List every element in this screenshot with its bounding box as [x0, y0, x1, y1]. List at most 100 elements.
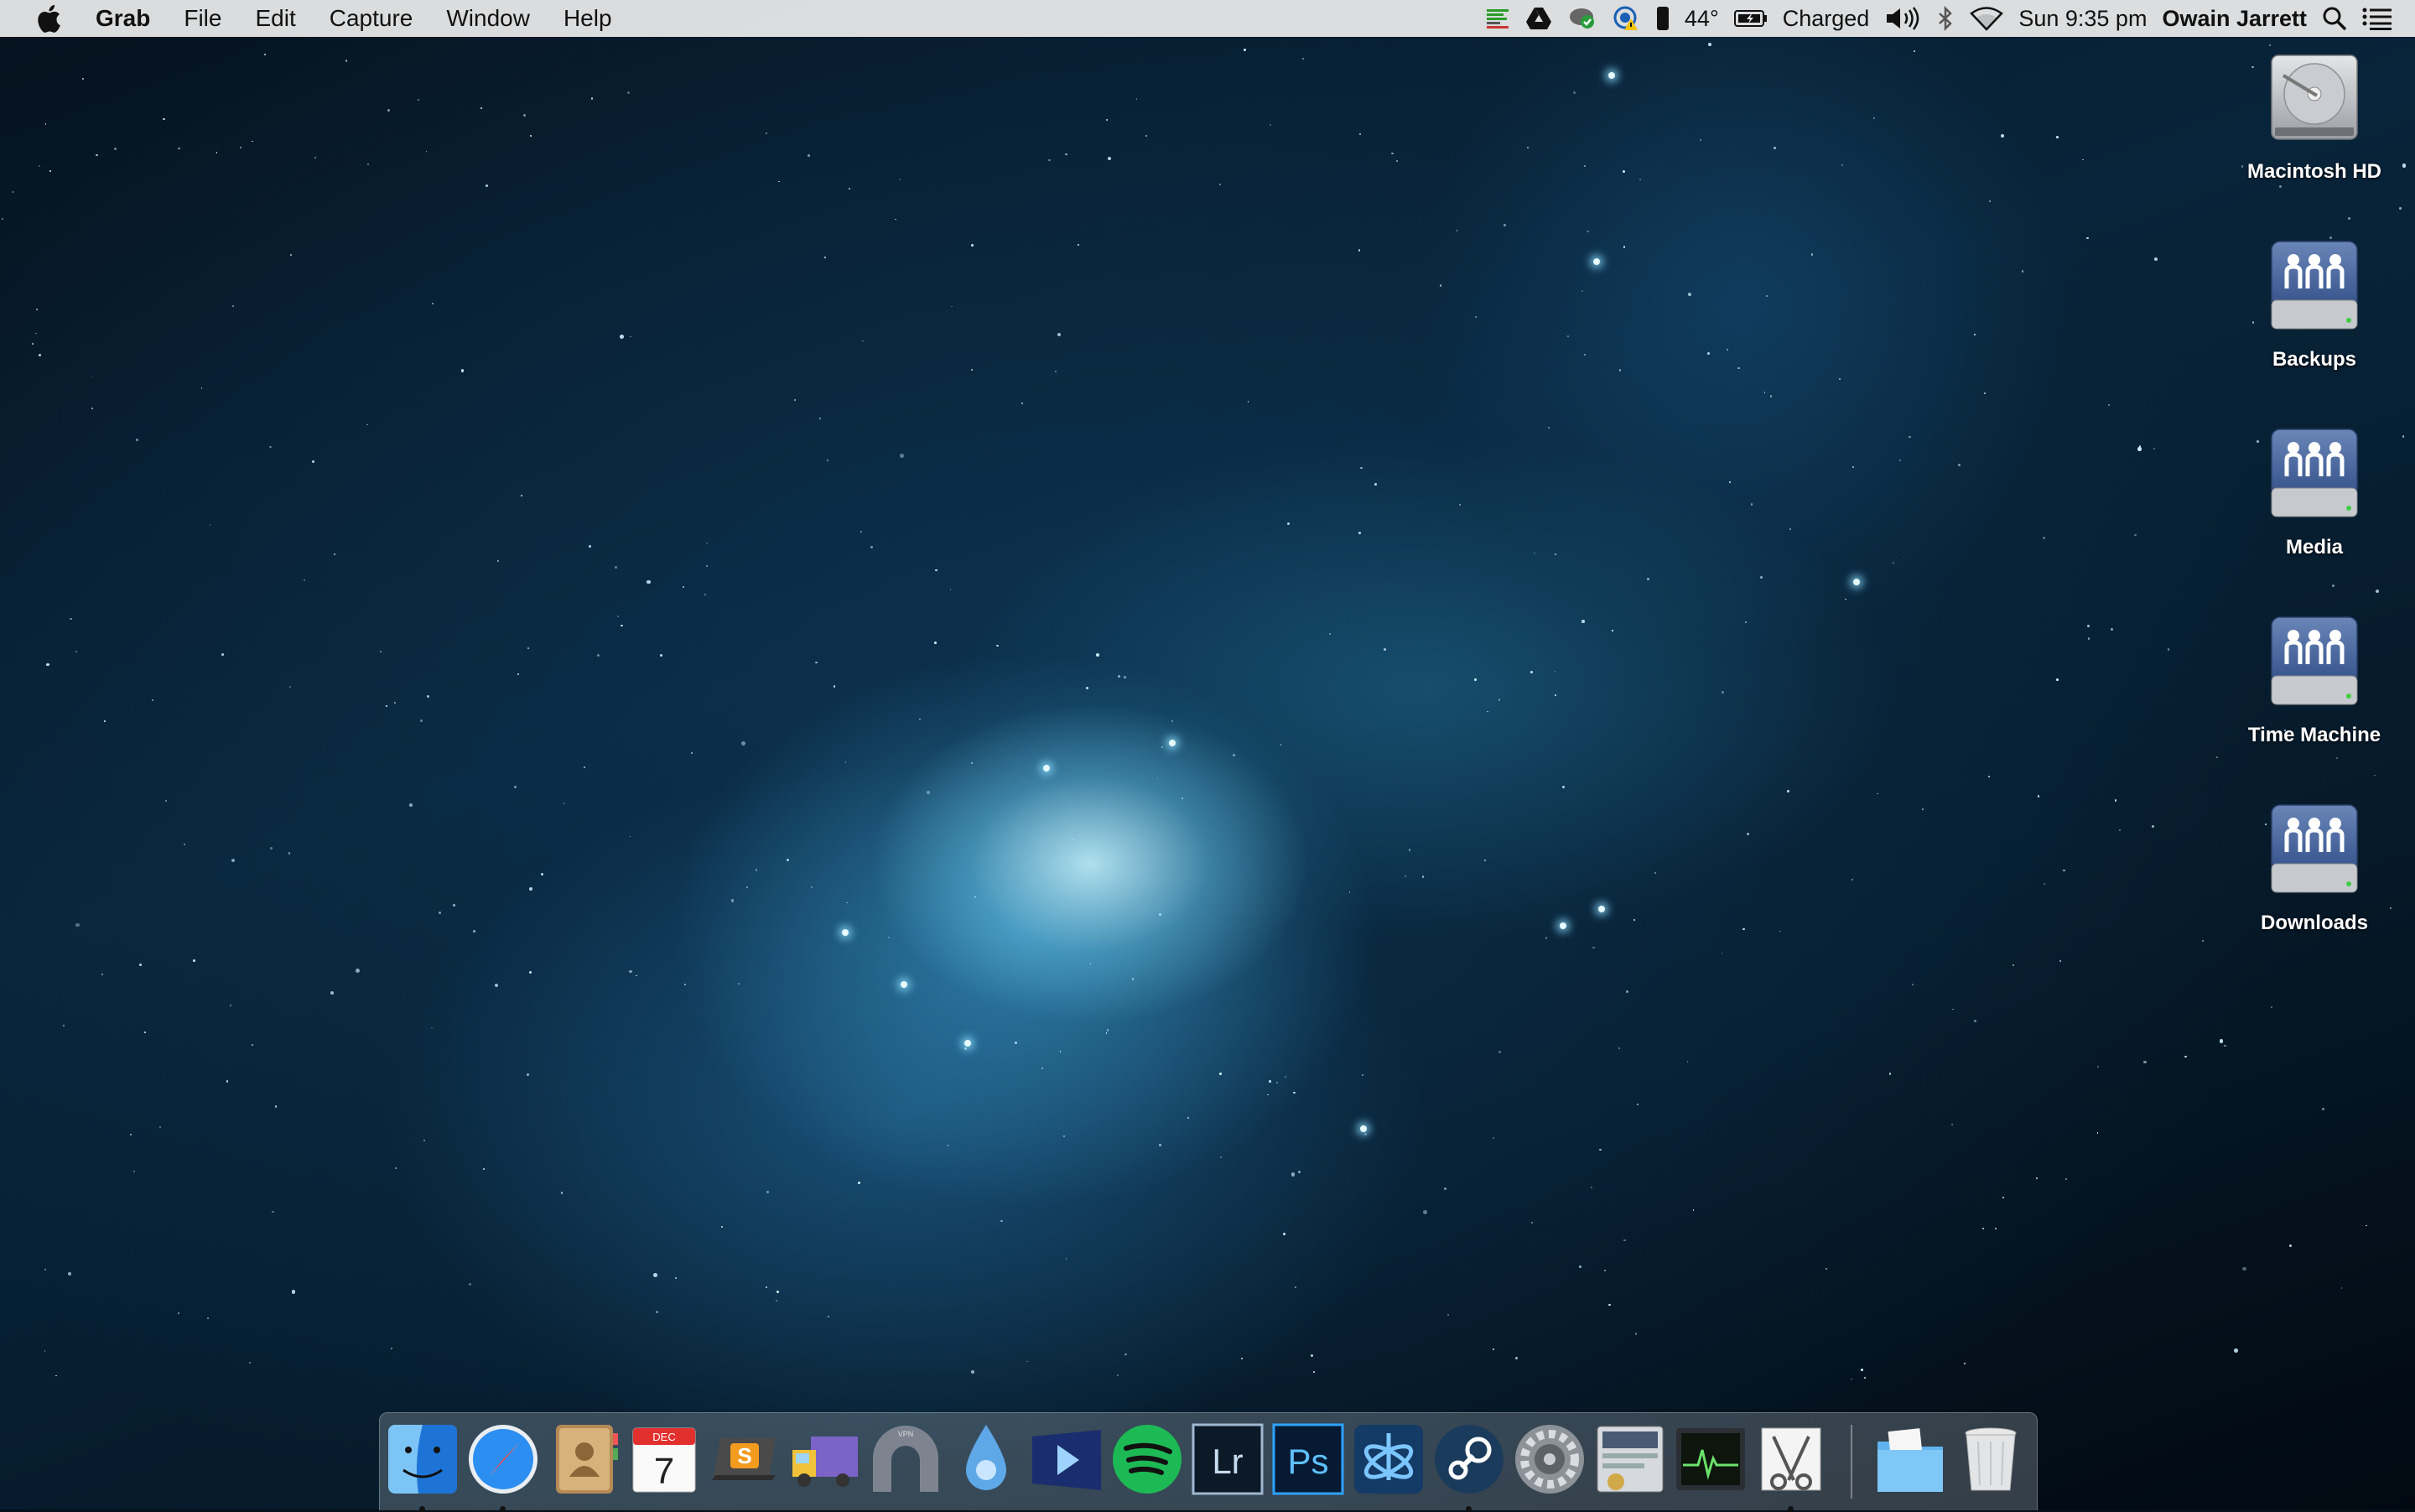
- star: [1531, 1221, 1534, 1224]
- star: [104, 720, 106, 722]
- dock-transmit[interactable]: [787, 1421, 863, 1497]
- star: [249, 1361, 252, 1364]
- bluetooth-icon[interactable]: [1936, 0, 1955, 37]
- star: [1000, 1219, 1003, 1223]
- dock-vpn-tunnel[interactable]: VPN: [868, 1421, 943, 1497]
- menu-file[interactable]: File: [167, 0, 238, 37]
- star: [385, 705, 387, 708]
- star: [1922, 808, 1924, 810]
- bright-star: [1598, 906, 1605, 912]
- dock-keychain-access[interactable]: [1592, 1421, 1668, 1497]
- battery-icon[interactable]: [1733, 0, 1768, 37]
- star: [1912, 983, 1914, 985]
- notification-center-icon[interactable]: [2362, 0, 2392, 37]
- star: [849, 187, 851, 190]
- dock-activity-monitor[interactable]: [1673, 1421, 1748, 1497]
- dock-contacts[interactable]: [546, 1421, 621, 1497]
- star: [2002, 1196, 2005, 1199]
- star: [2021, 270, 2024, 273]
- istat-menus-icon[interactable]: [1485, 0, 1510, 37]
- star: [387, 109, 390, 112]
- star: [2390, 907, 2392, 909]
- star: [1728, 481, 1731, 483]
- dock-infuse[interactable]: [1029, 1421, 1104, 1497]
- star: [629, 835, 631, 838]
- menu-capture[interactable]: Capture: [313, 0, 430, 37]
- star: [2108, 404, 2111, 407]
- star: [1554, 670, 1556, 673]
- apple-menu-icon[interactable]: [30, 0, 67, 37]
- sublime-text-icon: S: [712, 1438, 776, 1480]
- dock-sublime-text[interactable]: S: [707, 1421, 782, 1497]
- app-menu-grab[interactable]: Grab: [67, 0, 167, 37]
- wifi-icon[interactable]: [1970, 0, 2004, 37]
- search-agent-warning-icon[interactable]: [1613, 0, 1641, 37]
- dock-finder[interactable]: [385, 1421, 460, 1512]
- star: [1295, 1286, 1297, 1289]
- star: [2366, 1224, 2367, 1227]
- volume-icon[interactable]: [1884, 0, 1921, 37]
- star: [1573, 91, 1576, 94]
- star: [1244, 49, 1246, 51]
- star: [1686, 1061, 1689, 1063]
- star: [1623, 1239, 1626, 1242]
- google-drive-icon[interactable]: [1525, 0, 1552, 37]
- dock-downloads-stack[interactable]: [1872, 1421, 1948, 1497]
- phone-battery-icon[interactable]: [1656, 0, 1670, 37]
- desktop-icon-media[interactable]: Media: [2239, 426, 2390, 559]
- fast-user-switch[interactable]: Owain Jarrett: [2162, 0, 2307, 37]
- star: [2082, 158, 2085, 161]
- dock-photoshop[interactable]: Ps: [1270, 1421, 1346, 1497]
- star: [2202, 940, 2205, 943]
- dock-lightroom[interactable]: Lr: [1190, 1421, 1265, 1497]
- temperature-readout[interactable]: 44°: [1685, 0, 1719, 37]
- battery-status-text[interactable]: Charged: [1783, 0, 1870, 37]
- finder-icon: [388, 1425, 457, 1494]
- dock-system-preferences[interactable]: [1512, 1421, 1587, 1497]
- star: [366, 423, 368, 426]
- dock-spotify[interactable]: [1109, 1421, 1185, 1497]
- desktop-icon-time-machine[interactable]: Time Machine: [2239, 614, 2390, 747]
- star: [1534, 552, 1536, 554]
- star: [158, 1126, 162, 1129]
- star: [1603, 1270, 1606, 1272]
- star: [431, 1026, 434, 1029]
- star: [1118, 675, 1121, 678]
- star: [91, 376, 93, 378]
- desktop-icon-macintosh-hd[interactable]: Macintosh HD: [2239, 50, 2390, 184]
- dock-trash[interactable]: [1953, 1421, 2028, 1497]
- cloud-sync-icon[interactable]: [1567, 0, 1597, 37]
- menu-help[interactable]: Help: [547, 0, 629, 37]
- dock-battle-net[interactable]: [1351, 1421, 1426, 1497]
- star: [899, 179, 901, 180]
- menu-edit[interactable]: Edit: [238, 0, 312, 37]
- star: [485, 184, 488, 187]
- dock-calendar[interactable]: DEC 7: [626, 1421, 702, 1497]
- clock[interactable]: Sun 9:35 pm: [2018, 0, 2147, 37]
- star: [540, 872, 543, 876]
- star: [2220, 1039, 2224, 1043]
- dock-safari[interactable]: [465, 1421, 541, 1512]
- star: [2044, 883, 2046, 886]
- star: [1825, 1267, 1827, 1270]
- bright-star: [901, 981, 907, 988]
- star: [844, 761, 847, 763]
- dock-grab[interactable]: [1753, 1421, 1829, 1512]
- desktop-icon-downloads[interactable]: Downloads: [2239, 802, 2390, 935]
- menu-window[interactable]: Window: [429, 0, 547, 37]
- desktop-icon-label: Time Machine: [2247, 724, 2381, 746]
- raindrop-icon: [966, 1425, 1006, 1490]
- star: [232, 305, 235, 308]
- desktop-icon-backups[interactable]: Backups: [2239, 238, 2390, 372]
- dock-raindrop[interactable]: [948, 1421, 1024, 1497]
- star: [2375, 590, 2379, 593]
- star: [1654, 871, 1657, 875]
- bright-star: [1360, 1125, 1367, 1132]
- dock-steam[interactable]: [1431, 1421, 1507, 1512]
- star: [75, 651, 78, 653]
- star: [823, 257, 826, 259]
- network-share-icon: [2271, 241, 2358, 330]
- star: [151, 699, 154, 702]
- spotlight-search-icon[interactable]: [2322, 0, 2347, 37]
- star: [1077, 244, 1079, 247]
